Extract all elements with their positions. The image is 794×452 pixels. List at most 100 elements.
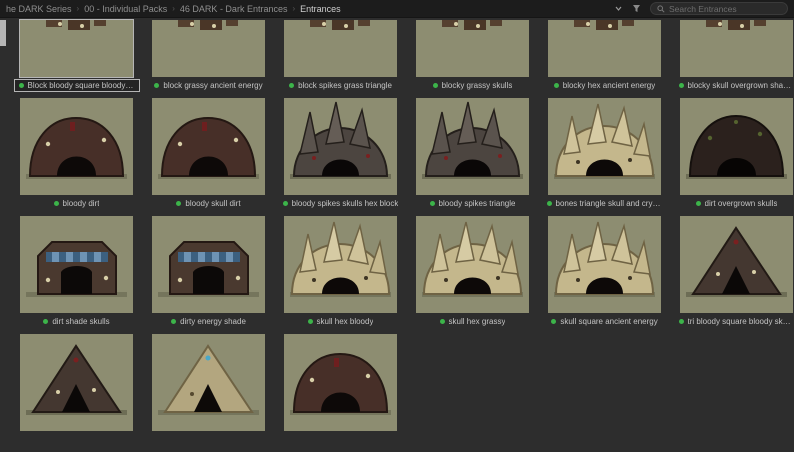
grid-item[interactable]: tri bloody square bloody skulls bbox=[680, 216, 793, 327]
entrance-art bbox=[680, 20, 793, 77]
entrance-thumbnail[interactable] bbox=[416, 98, 529, 195]
grid-item[interactable]: bloody dirt bbox=[20, 98, 133, 209]
grid-item[interactable] bbox=[152, 334, 265, 445]
item-label: bloody spikes skulls hex block bbox=[292, 199, 399, 208]
entrance-art bbox=[20, 334, 133, 431]
item-label-row: skull square ancient energy bbox=[547, 316, 661, 327]
item-label-row: bloody skull dirt bbox=[172, 198, 244, 209]
entrance-thumbnail[interactable] bbox=[416, 20, 529, 77]
item-label: bloody dirt bbox=[63, 199, 100, 208]
grid-item[interactable]: dirt shade skulls bbox=[20, 216, 133, 327]
topbar: he DARK Series › 00 - Individual Packs ›… bbox=[0, 0, 794, 18]
grid-item[interactable]: blocky skull overgrown shader bbox=[680, 20, 793, 91]
grid-item[interactable] bbox=[284, 334, 397, 445]
breadcrumb-item-series[interactable]: he DARK Series bbox=[6, 4, 72, 14]
entrance-art bbox=[20, 216, 133, 313]
item-label-row: bloody spikes triangle bbox=[426, 198, 520, 209]
item-label: dirty energy shade bbox=[180, 317, 246, 326]
grid-item[interactable]: blocky hex ancient energy bbox=[548, 20, 661, 91]
entrance-thumbnail[interactable] bbox=[680, 98, 793, 195]
status-dot-icon bbox=[547, 201, 552, 206]
search-icon bbox=[657, 5, 665, 13]
grid-item[interactable]: dirt overgrown skulls bbox=[680, 98, 793, 209]
item-label-row: dirt shade skulls bbox=[39, 316, 113, 327]
entrance-thumbnail[interactable] bbox=[284, 20, 397, 77]
breadcrumb-item-dark-entrances[interactable]: 46 DARK - Dark Entrances bbox=[180, 4, 288, 14]
grid-item[interactable]: Block bloody square bloody skulls bbox=[20, 20, 133, 91]
breadcrumb-item-individual-packs[interactable]: 00 - Individual Packs bbox=[84, 4, 167, 14]
grid-item[interactable]: bloody spikes skulls hex block bbox=[284, 98, 397, 209]
status-dot-icon bbox=[171, 319, 176, 324]
status-dot-icon bbox=[154, 83, 159, 88]
entrance-art bbox=[548, 216, 661, 313]
grid-item[interactable] bbox=[20, 334, 133, 445]
grid-item[interactable]: bloody spikes triangle bbox=[416, 98, 529, 209]
search-input[interactable] bbox=[669, 4, 781, 14]
status-dot-icon bbox=[19, 83, 24, 88]
chevron-down-icon[interactable] bbox=[614, 4, 623, 13]
item-label-row: block grassy ancient energy bbox=[150, 80, 266, 91]
topbar-actions bbox=[614, 2, 788, 15]
entrance-thumbnail[interactable] bbox=[152, 334, 265, 431]
entrance-thumbnail[interactable] bbox=[20, 216, 133, 313]
entrance-thumbnail[interactable] bbox=[284, 334, 397, 431]
entrance-thumbnail[interactable] bbox=[20, 20, 133, 77]
entrance-art bbox=[284, 334, 397, 431]
entrance-art bbox=[548, 20, 661, 77]
entrance-thumbnail[interactable] bbox=[152, 98, 265, 195]
grid-item[interactable]: dirty energy shade bbox=[152, 216, 265, 327]
item-label: blocky grassy skulls bbox=[442, 81, 513, 90]
status-dot-icon bbox=[54, 201, 59, 206]
status-dot-icon bbox=[430, 201, 435, 206]
entrance-thumbnail[interactable] bbox=[548, 216, 661, 313]
entrance-thumbnail[interactable] bbox=[416, 216, 529, 313]
filter-icon[interactable] bbox=[632, 4, 641, 13]
grid-item[interactable]: skull hex grassy bbox=[416, 216, 529, 327]
item-label-row: skull hex bloody bbox=[304, 316, 378, 327]
status-dot-icon bbox=[440, 319, 445, 324]
entrance-art bbox=[284, 20, 397, 77]
grid-item[interactable]: blocky grassy skulls bbox=[416, 20, 529, 91]
breadcrumb-separator: › bbox=[172, 4, 175, 13]
breadcrumb-item-entrances[interactable]: Entrances bbox=[300, 4, 341, 14]
entrance-thumbnail[interactable] bbox=[548, 20, 661, 77]
item-label-row: skull hex grassy bbox=[436, 316, 510, 327]
grid-item[interactable]: block spikes grass triangle bbox=[284, 20, 397, 91]
entrance-thumbnail[interactable] bbox=[20, 98, 133, 195]
scrollbar-fragment[interactable] bbox=[0, 20, 6, 46]
item-label: block spikes grass triangle bbox=[298, 81, 392, 90]
entrance-thumbnail[interactable] bbox=[20, 334, 133, 431]
item-label: tri bloody square bloody skulls bbox=[688, 317, 794, 326]
item-label-row: Block bloody square bloody skulls bbox=[15, 80, 139, 91]
grid-item[interactable]: bloody skull dirt bbox=[152, 98, 265, 209]
status-dot-icon bbox=[696, 201, 701, 206]
breadcrumb-separator: › bbox=[292, 4, 295, 13]
entrance-art bbox=[548, 98, 661, 195]
grid-item[interactable]: bones triangle skull and crystals bbox=[548, 98, 661, 209]
status-dot-icon bbox=[283, 201, 288, 206]
item-label-row: block spikes grass triangle bbox=[285, 80, 396, 91]
breadcrumb: he DARK Series › 00 - Individual Packs ›… bbox=[6, 4, 341, 14]
entrance-art bbox=[152, 20, 265, 77]
item-label: skull hex grassy bbox=[449, 317, 506, 326]
item-label: blocky hex ancient energy bbox=[563, 81, 656, 90]
entrance-art bbox=[284, 216, 397, 313]
entrance-thumbnail[interactable] bbox=[152, 20, 265, 77]
entrance-thumbnail[interactable] bbox=[284, 216, 397, 313]
status-dot-icon bbox=[289, 83, 294, 88]
grid-item[interactable]: block grassy ancient energy bbox=[152, 20, 265, 91]
entrance-thumbnail[interactable] bbox=[548, 98, 661, 195]
search-box[interactable] bbox=[650, 2, 788, 15]
entrance-thumbnail[interactable] bbox=[680, 20, 793, 77]
item-label-row: blocky skull overgrown shader bbox=[675, 80, 794, 91]
grid-item[interactable]: skull hex bloody bbox=[284, 216, 397, 327]
entrance-art bbox=[20, 20, 133, 77]
breadcrumb-separator: › bbox=[77, 4, 80, 13]
entrance-thumbnail[interactable] bbox=[680, 216, 793, 313]
entrance-grid: Block bloody square bloody skulls block … bbox=[20, 20, 793, 452]
entrance-thumbnail[interactable] bbox=[284, 98, 397, 195]
entrance-thumbnail[interactable] bbox=[152, 216, 265, 313]
item-label: blocky skull overgrown shader bbox=[688, 81, 794, 90]
grid-item[interactable]: skull square ancient energy bbox=[548, 216, 661, 327]
item-label-row: dirt overgrown skulls bbox=[692, 198, 782, 209]
